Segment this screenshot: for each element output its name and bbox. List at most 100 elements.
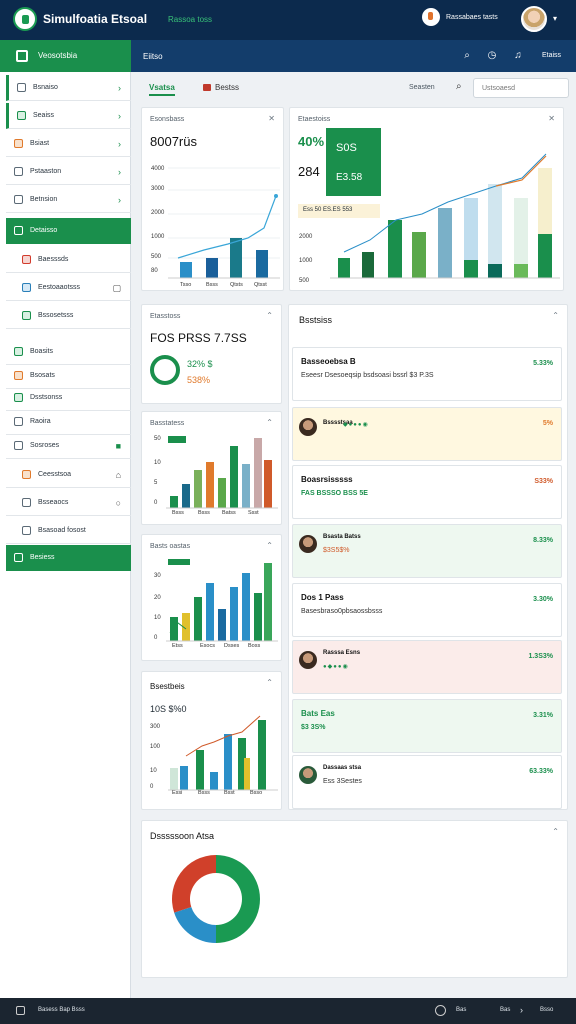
x-tick: Bsss <box>206 282 218 288</box>
sidebar-item-folder[interactable]: Detaisso <box>6 218 131 244</box>
sidebar-item-stats[interactable]: Seaiss › <box>6 103 131 129</box>
feed-item-value: 3.31% <box>533 712 553 719</box>
sidebar-item-doc[interactable]: Bsasoad fosost <box>6 518 131 544</box>
tab-bar: Vsatsa Bestss Seasten ⌕ Ustsoaesd <box>141 78 569 100</box>
tab-icon <box>203 84 211 91</box>
breadcrumb[interactable]: Eiitso <box>143 52 163 61</box>
bar-mark <box>538 234 552 278</box>
feed-item[interactable]: Rasssa Esns ●◆●●◉ 1.3S3% <box>292 640 562 694</box>
close-icon[interactable]: ⌃ <box>552 311 559 320</box>
feed-item[interactable]: Bsssstsaa ◆●●●◉ 5% <box>292 407 562 461</box>
brand-label: Veosotsbia <box>38 51 78 60</box>
sidebar-item-camera[interactable]: Betnsion › <box>6 187 131 213</box>
sidebar-item-home[interactable]: Bsnaiso › <box>6 75 131 101</box>
tab-secondary[interactable]: Bestss <box>215 83 239 92</box>
y-tick: 0 <box>154 635 158 641</box>
sidebar-item-lock[interactable]: Bsseaocs ○ <box>6 490 131 516</box>
sidebar-item-bulb[interactable]: Raoira <box>6 409 131 435</box>
close-icon[interactable]: ⌃ <box>266 311 273 320</box>
bar-mark <box>206 462 214 508</box>
card-title: Esonsbass <box>150 116 185 123</box>
more-menu[interactable]: Etaiss <box>542 52 561 59</box>
search-label: Seasten <box>409 84 435 91</box>
pct-2: 538% <box>187 375 211 385</box>
close-icon[interactable]: ⌃ <box>552 827 559 836</box>
feed-item-title: Basseoebsa B <box>301 357 356 366</box>
search-icon[interactable]: ⌕ <box>461 50 473 62</box>
grid-icon <box>16 50 28 62</box>
y-tick: 2000 <box>299 234 313 240</box>
main-value: 8007rüs <box>150 134 197 149</box>
feed-item-sub: Eseesr Dsesoeqsip bsdsoasi bssrl $3 P.3S <box>301 372 434 379</box>
chevron-right-icon: › <box>118 83 121 93</box>
folder-icon <box>14 226 23 235</box>
close-icon[interactable]: ✕ <box>268 114 275 123</box>
clock-icon[interactable]: ◷ <box>486 50 498 62</box>
arrow-right-icon[interactable]: › <box>520 1005 523 1015</box>
sidebar-item-gear[interactable]: Sosroses ■ <box>6 433 131 459</box>
footer-link-2[interactable]: Bas <box>500 1007 510 1013</box>
avatar[interactable] <box>521 6 547 32</box>
mini-value: FOS PRSS 7.7SS <box>150 331 247 345</box>
footer-link-1[interactable]: Bas <box>456 1007 466 1013</box>
bar-mark <box>264 460 272 508</box>
mini-chart-card-1: Basstatess ⌃ 50 10 5 0 Bsss Bsss Batss S… <box>141 411 282 525</box>
card-title: Etasstoss <box>150 313 181 320</box>
sidebar-item-person[interactable]: Ceesstsoa ⌂ <box>6 462 131 488</box>
avatar <box>299 535 317 553</box>
y-tick: 300 <box>150 724 161 730</box>
sidebar-item-cloud[interactable]: Dsstsonss <box>6 385 131 411</box>
x-tick: Bsss <box>198 510 210 516</box>
kpi-card: Etaestoiss ✕ 40% 284 S0S E3.58 Ess 50 ES… <box>289 107 564 291</box>
tab-primary[interactable]: Vsatsa <box>149 83 175 96</box>
sidebar-item-search[interactable]: Pstaaston › <box>6 159 131 185</box>
close-icon[interactable]: ⌃ <box>266 541 273 550</box>
feed-item[interactable]: Bsasta Batss $3S5$% 8.33% <box>292 524 562 578</box>
chevron-down-icon[interactable]: ▾ <box>553 14 557 23</box>
bar-mark <box>168 436 186 443</box>
feed-item[interactable]: Boasrsisssss FAS BSSSO BSS 5E S33% <box>292 465 562 519</box>
chevron-right-icon: › <box>118 111 121 121</box>
feed-item[interactable]: Dos 1 Pass Basesbraso0pbsaossbsss 3.30% <box>292 583 562 637</box>
bar-mark <box>258 720 266 790</box>
card-title: Basts oastas <box>150 543 191 550</box>
sidebar-item-exit[interactable]: Besiess <box>6 545 131 571</box>
bell-icon[interactable]: ♫ <box>512 50 524 62</box>
close-icon[interactable]: ⌃ <box>266 678 273 687</box>
footer-link-3[interactable]: Bsso <box>540 1007 553 1013</box>
sidebar-item-bar-chart[interactable]: Boasits <box>6 339 131 365</box>
feed-item[interactable]: Dassaas stsa Ess 3Sestes 63.33% <box>292 755 562 809</box>
sidebar-brand[interactable]: Veosotsbia <box>0 40 131 72</box>
feed-item[interactable]: Basseoebsa B Eseesr Dsesoeqsip bsdsoasi … <box>292 347 562 401</box>
y-tick: 10 <box>150 768 157 774</box>
globe-icon <box>14 139 23 148</box>
mini-chart-svg <box>168 715 278 791</box>
search-input[interactable]: Ustsoaesd <box>473 78 569 98</box>
sidebar-item-globe[interactable]: Bsiast › <box>6 131 131 157</box>
footer-bar: Basess Bap Bsss Bas Bas › Bsso <box>0 998 576 1024</box>
bar-mark <box>242 573 250 641</box>
x-tick: Batss <box>222 510 236 516</box>
clock-icon[interactable] <box>435 1005 446 1016</box>
user-name[interactable]: Rassabaes tasts <box>446 14 498 21</box>
x-tick: Tsso <box>180 282 192 288</box>
bar-mark <box>180 766 188 790</box>
y-tick: 1000 <box>299 258 313 264</box>
x-tick: Qtsts <box>230 282 243 288</box>
sidebar-item-image[interactable]: Eestoaaotsss ▢ <box>6 275 131 301</box>
feed-item[interactable]: Bats Eas $3 3S% 3.31% <box>292 699 562 753</box>
search-icon[interactable]: ⌕ <box>456 81 462 92</box>
sidebar-item-calendar[interactable]: Baesssds <box>6 247 131 273</box>
close-icon[interactable]: ⌃ <box>266 418 273 427</box>
app-subtitle[interactable]: Rassoa toss <box>168 15 212 24</box>
mini-chart-card-3: Bsestbeis ⌃ 10S $%0 300 100 10 0 Essi Bs… <box>141 671 282 810</box>
sidebar-item-flag[interactable]: Bssosetsss <box>6 303 131 329</box>
bar-mark <box>230 238 242 278</box>
notification-icon[interactable] <box>422 8 440 26</box>
close-icon[interactable]: ✕ <box>548 114 555 123</box>
bar-mark <box>170 496 178 508</box>
bar-mark <box>254 593 262 641</box>
footer-left[interactable]: Basess Bap Bsss <box>38 1007 85 1013</box>
x-tick: Essi <box>172 790 183 796</box>
series-line <box>177 195 277 259</box>
